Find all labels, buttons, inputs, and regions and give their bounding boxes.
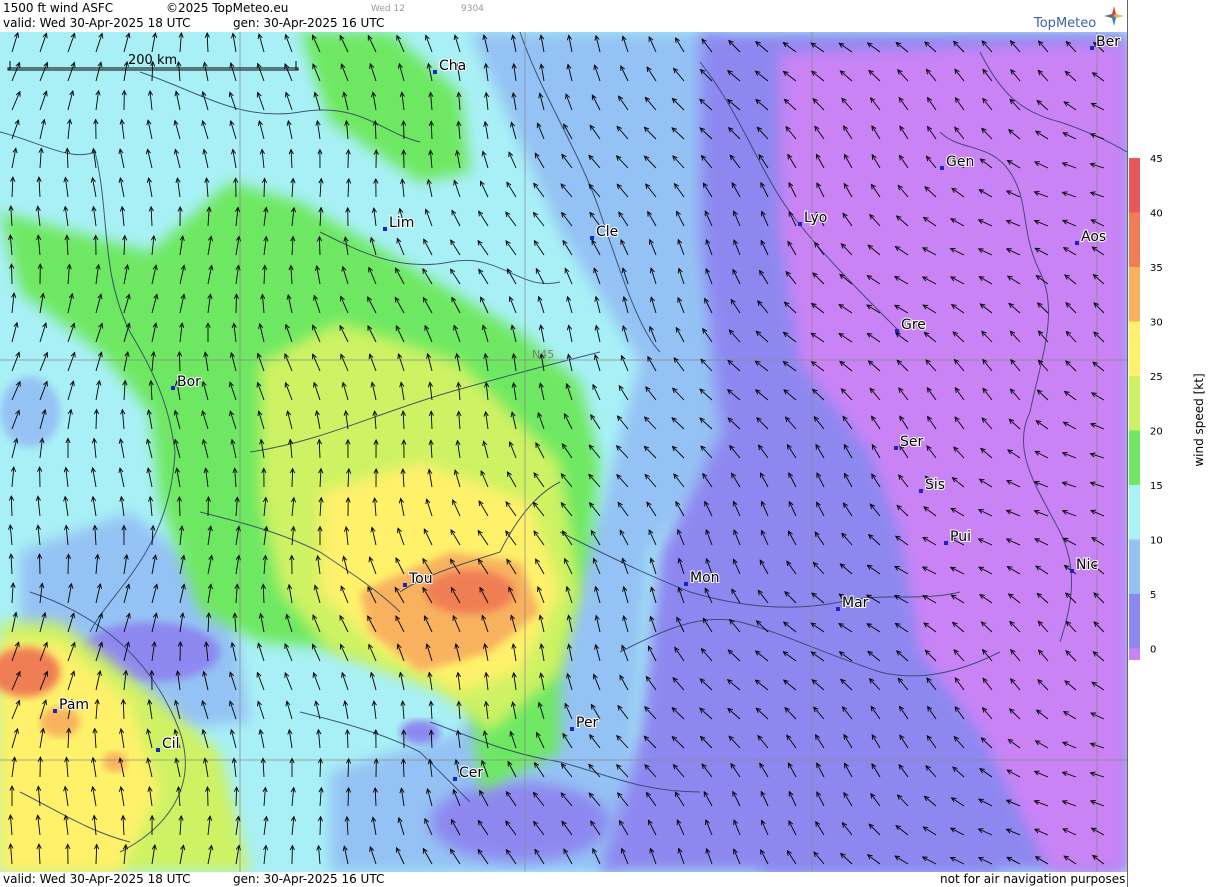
- legend-tick-label: 15: [1150, 481, 1163, 492]
- legend-swatch: [1129, 430, 1140, 485]
- city-marker-icon: [453, 777, 457, 781]
- valid-time-footer: valid: Wed 30-Apr-2025 18 UTC: [3, 872, 191, 886]
- legend-tick-label: 45: [1150, 154, 1163, 165]
- city-marker-icon: [798, 222, 802, 226]
- legend-tick-label: 40: [1150, 209, 1163, 220]
- legend-swatch: [1129, 158, 1140, 213]
- city-marker-icon: [156, 748, 160, 752]
- city-marker-icon: [919, 489, 923, 493]
- city-gen: Gen: [940, 153, 975, 171]
- city-label: Per: [576, 715, 599, 731]
- city-marker-icon: [684, 582, 688, 586]
- legend-tick-label: 25: [1150, 372, 1163, 383]
- city-label: Ber: [1096, 34, 1120, 50]
- city-marker-icon: [590, 236, 594, 240]
- generated-time-header: gen: 30-Apr-2025 16 UTC: [233, 16, 385, 30]
- legend-swatch: [1129, 594, 1140, 649]
- legend-swatch: [1129, 648, 1140, 660]
- city-label: Pui: [950, 529, 971, 545]
- faint-day-label: Wed 12: [371, 4, 405, 14]
- city-label: Cer: [459, 765, 483, 781]
- city-marker-icon: [171, 386, 175, 390]
- city-marker-icon: [894, 446, 898, 450]
- legend-swatch: [1129, 212, 1140, 267]
- footer-bar: valid: Wed 30-Apr-2025 18 UTC gen: 30-Ap…: [0, 872, 1127, 887]
- city-label: Mar: [842, 595, 869, 611]
- city-label: Aos: [1081, 229, 1106, 245]
- city-label: Sis: [925, 477, 945, 493]
- city-marker-icon: [1075, 241, 1079, 245]
- legend-title: wind speed [kt]: [1192, 373, 1206, 466]
- wind-speed-legend: 45 40 35 30 25 20 15 10 5 0 wind speed [kt]: [1129, 154, 1206, 660]
- city-marker-icon: [53, 709, 57, 713]
- grid-latitude-label: N45: [532, 348, 554, 361]
- generated-time-footer: gen: 30-Apr-2025 16 UTC: [233, 872, 385, 886]
- city-label: Pam: [59, 697, 89, 713]
- city-marker-icon: [383, 227, 387, 231]
- legend-swatch: [1129, 267, 1140, 322]
- logo-text: TopMeteo: [1034, 16, 1097, 31]
- city-marker-icon: [570, 727, 574, 731]
- city-label: Cle: [596, 224, 618, 240]
- legend-swatch: [1129, 485, 1140, 540]
- city-marker-icon: [944, 541, 948, 545]
- city-marker-icon: [403, 583, 407, 587]
- city-marker-icon: [1070, 569, 1074, 573]
- city-marker-icon: [433, 70, 437, 74]
- city-label: Bor: [177, 374, 201, 390]
- legend-tick-label: 0: [1150, 645, 1156, 656]
- legend-swatch: [1129, 321, 1140, 376]
- city-label: Ser: [900, 434, 924, 450]
- legend-tick-label: 10: [1150, 536, 1163, 547]
- legend-tick-label: 20: [1150, 427, 1163, 438]
- city-label: Cil: [162, 736, 180, 752]
- city-label: Tou: [408, 571, 433, 587]
- city-marker-icon: [940, 166, 944, 170]
- legend-swatch: [1129, 539, 1140, 594]
- legend-swatch: [1129, 376, 1140, 431]
- city-label: Lyo: [804, 210, 827, 226]
- city-pam: Pam: [53, 696, 90, 714]
- faint-code-label: 9304: [461, 4, 484, 14]
- city-mon: Mon: [684, 569, 721, 587]
- city-marker-icon: [836, 607, 840, 611]
- city-marker-icon: [895, 329, 899, 333]
- legend-tick-label: 30: [1150, 318, 1163, 329]
- wind-map[interactable]: N45 200 km Cha Ber Gen Lyo Lim Cle Aos Gre Bor Se…: [0, 32, 1127, 872]
- city-label: Nic: [1076, 557, 1098, 573]
- disclaimer-text: not for air navigation purposes: [940, 872, 1126, 886]
- city-label: Mon: [690, 570, 720, 586]
- city-label: Cha: [439, 58, 466, 74]
- product-title: 1500 ft wind ASFC: [3, 1, 114, 15]
- city-label: Lim: [389, 215, 414, 231]
- city-label: Gre: [901, 317, 926, 333]
- scale-bar-label: 200 km: [128, 53, 177, 68]
- city-marker-icon: [1090, 46, 1094, 50]
- legend-tick-label: 35: [1150, 263, 1163, 274]
- header-bar: 1500 ft wind ASFC ©2025 TopMeteo.eu Wed …: [0, 0, 1127, 32]
- city-label: Gen: [946, 154, 974, 170]
- legend-tick-label: 5: [1150, 590, 1156, 601]
- valid-time-header: valid: Wed 30-Apr-2025 18 UTC: [3, 16, 191, 30]
- copyright-text: ©2025 TopMeteo.eu: [166, 1, 289, 15]
